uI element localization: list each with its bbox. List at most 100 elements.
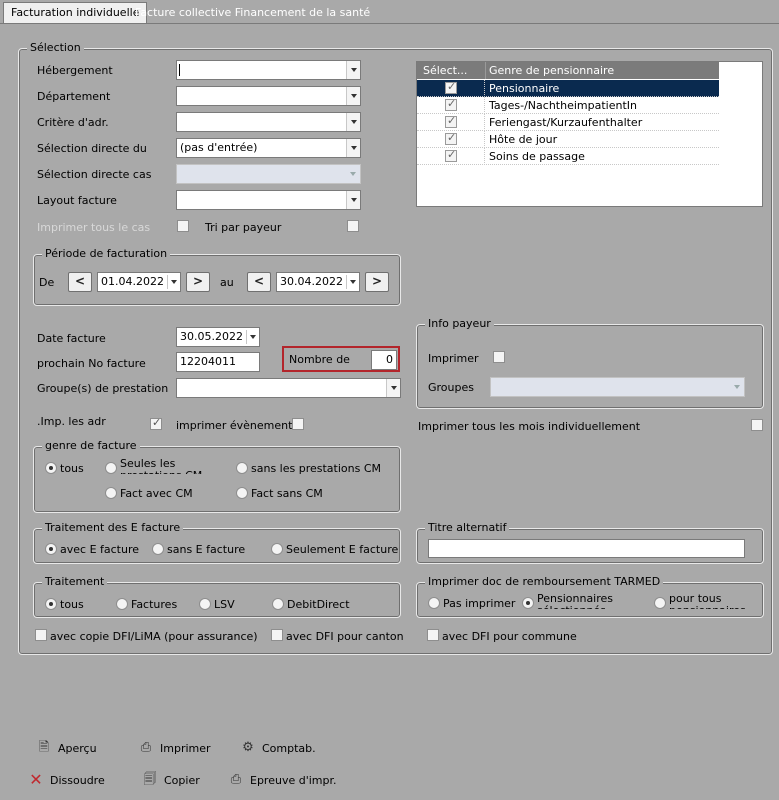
titre-alternatif-title: Titre alternatif [425,521,510,534]
chevron-down-icon[interactable] [386,379,400,397]
au-prev-button[interactable]: < [247,272,271,292]
text-cursor [179,64,180,76]
grid-cell-select [417,114,485,131]
selection-directe-du-label: Sélection directe du [37,142,147,155]
grid-cell-genre: Soins de passage [489,150,585,163]
grid-cell-select [417,131,485,148]
traitement-tous-radio[interactable] [45,598,57,610]
dfi-canton-checkbox[interactable] [271,629,283,641]
imprimer-tous-cas-checkbox[interactable] [177,220,189,232]
row-checkbox[interactable] [445,97,457,111]
chevron-down-icon[interactable] [246,330,258,344]
de-prev-button[interactable]: < [68,272,92,292]
comptab-label: Comptab. [262,742,316,755]
grid-row[interactable]: Hôte de jour [417,131,719,148]
dfi-commune-checkbox[interactable] [427,629,439,641]
grid-row[interactable]: Tages-/NachtheimpatientIn [417,97,719,114]
au-next-button[interactable]: > [365,272,389,292]
row-checkbox[interactable] [445,148,457,162]
tarmed-pas-radio[interactable] [428,597,440,609]
row-checkbox[interactable] [445,131,457,145]
traitement-debit-label: DebitDirect [287,598,350,611]
chevron-right-icon: > [371,274,383,288]
info-payeur-groupes-combo [490,377,745,397]
imprimer-button[interactable]: ⎙ Imprimer [138,740,218,758]
chevron-down-icon[interactable] [346,139,360,157]
dissoudre-button[interactable]: ✕ Dissoudre [28,772,118,790]
layout-facture-label: Layout facture [37,194,117,207]
tarmed-pas-label: Pas imprimer [443,597,516,610]
imp-adr-checkbox[interactable] [150,416,162,430]
epreuve-button[interactable]: ⎙ Epreuve d'impr. [228,772,338,790]
chevron-down-icon[interactable] [167,275,179,289]
groupes-prestation-combo[interactable] [176,378,401,398]
imprimer-label: Imprimer [160,742,211,755]
tarmed-pens-sel-label: Pensionnaires sélectionnés [537,593,614,609]
grid-header: Sélect... Genre de pensionnaire [417,62,719,79]
chevron-down-icon[interactable] [346,275,358,289]
grid-header-genre[interactable]: Genre de pensionnaire [489,64,614,77]
groupes-prestation-label: Groupe(s) de prestation [37,382,169,395]
titre-alternatif-input[interactable] [428,539,745,558]
genre-facture-group: genre de facture [33,439,401,513]
info-payeur-imprimer-checkbox[interactable] [493,351,505,363]
chevron-left-icon: < [253,274,265,288]
row-checkbox[interactable] [445,114,457,128]
nombre-label: Nombre de [289,353,350,366]
tri-payeur-checkbox[interactable] [347,220,359,232]
copier-button[interactable]: 🗐 Copier [142,772,212,790]
traitement-factures-label: Factures [131,598,178,611]
tarmed-tous-pens-radio[interactable] [654,597,666,609]
genre-sans-cm-radio[interactable] [236,462,248,474]
grid-cell-select [417,97,485,114]
tarmed-pens-sel-radio[interactable] [522,597,534,609]
genre-tous-radio[interactable] [45,462,57,474]
chevron-down-icon[interactable] [346,61,360,79]
de-next-button[interactable]: > [186,272,210,292]
copie-dfi-lima-checkbox[interactable] [35,629,47,641]
genre-pensionnaire-grid[interactable]: Sélect... Genre de pensionnaire Pensionn… [416,61,763,207]
critere-label: Critère d'adr. [37,116,109,129]
hebergement-combo[interactable] [176,60,361,80]
efacture-avec-radio[interactable] [45,543,57,555]
grid-row[interactable]: Soins de passage [417,148,719,165]
selection-directe-du-value: (pas d'entrée) [180,141,258,154]
genre-avec-cm-radio[interactable] [105,487,117,499]
genre-seules-cm-radio[interactable] [105,462,117,474]
efacture-seulement-label: Seulement E facture [286,543,399,556]
imprimer-evenements-checkbox[interactable] [292,418,304,430]
de-date-field[interactable]: 01.04.2022 [97,272,181,292]
row-checkbox[interactable] [445,80,457,94]
critere-combo[interactable] [176,112,361,132]
grid-cell-select [417,80,485,97]
chevron-down-icon[interactable] [346,113,360,131]
traitement-debit-radio[interactable] [272,598,284,610]
nombre-input[interactable]: 0 [371,350,397,370]
efacture-sans-radio[interactable] [152,543,164,555]
tab-facturation-individuelle[interactable]: Facturation individuelle [3,2,148,24]
tab-facture-collective[interactable]: Facture collective Financement de la san… [128,3,377,24]
traitement-factures-radio[interactable] [116,598,128,610]
imprimer-tous-mois-checkbox[interactable] [751,419,763,431]
date-facture-field[interactable]: 30.05.2022 [176,327,260,347]
layout-facture-combo[interactable] [176,190,361,210]
prochain-no-input[interactable]: 12204011 [176,352,260,372]
selection-directe-du-combo[interactable]: (pas d'entrée) [176,138,361,158]
traitement-lsv-radio[interactable] [199,598,211,610]
departement-label: Département [37,90,111,103]
au-date-field[interactable]: 30.04.2022 [276,272,360,292]
chevron-down-icon[interactable] [346,87,360,105]
chevron-down-icon[interactable] [346,191,360,209]
info-payeur-groupes-label: Groupes [428,381,474,394]
grid-header-select[interactable]: Sélect... [423,64,467,77]
grid-row[interactable]: Feriengast/Kurzaufenthalter [417,114,719,131]
genre-fact-sans-cm-radio[interactable] [236,487,248,499]
comptab-button[interactable]: ⚙ Comptab. [240,740,320,758]
efacture-seulement-radio[interactable] [271,543,283,555]
dfi-canton-label: avec DFI pour canton [286,630,404,643]
apercu-button[interactable]: 🗎 Aperçu [36,740,106,758]
grid-row[interactable]: Pensionnaire [417,80,719,97]
departement-combo[interactable] [176,86,361,106]
preview-document-icon: 🗎 [38,740,50,755]
tab-strip: Facturation individuelle Facture collect… [0,0,779,24]
